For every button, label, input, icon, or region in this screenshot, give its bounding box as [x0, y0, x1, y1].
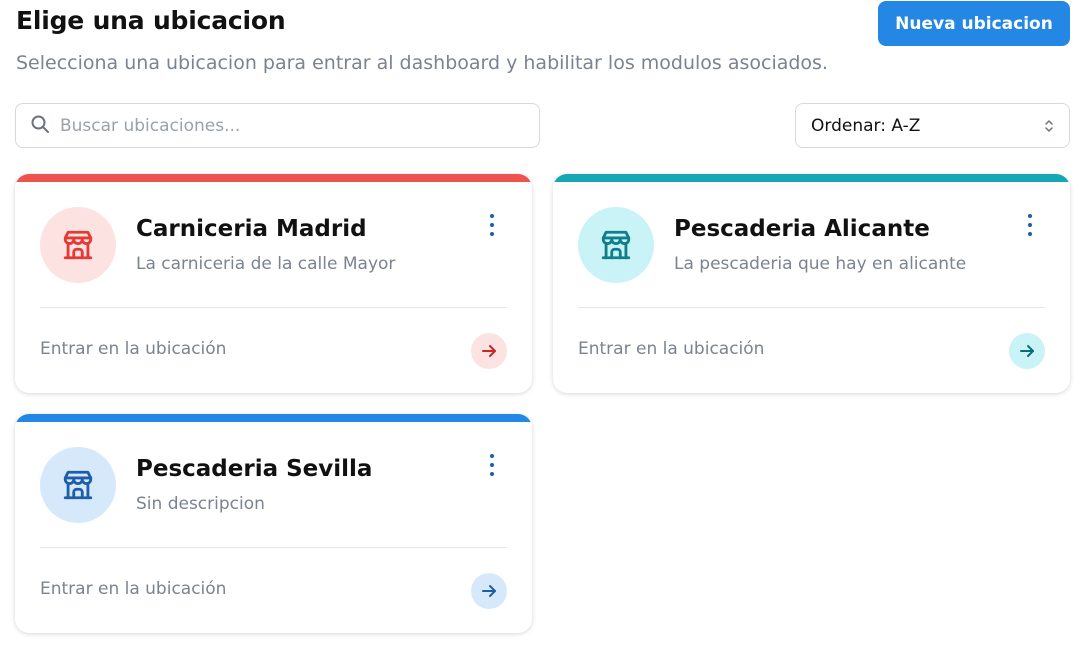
location-card[interactable]: Carniceria Madrid La carniceria de la ca… [15, 174, 532, 393]
location-card[interactable]: Pescaderia Sevilla Sin descripcion Entra… [15, 414, 532, 633]
card-divider [40, 307, 507, 308]
sort-select[interactable]: Ordenar: A-Z [795, 103, 1070, 148]
arrow-right-icon[interactable] [471, 573, 507, 609]
arrow-right-icon[interactable] [1009, 333, 1045, 369]
page-title: Elige una ubicacion [16, 6, 286, 35]
card-title: Pescaderia Alicante [674, 216, 930, 242]
new-location-button[interactable]: Nueva ubicacion [878, 1, 1070, 46]
card-accent-bar [15, 414, 532, 422]
card-accent-bar [15, 174, 532, 182]
card-avatar [40, 207, 116, 283]
store-icon [599, 228, 633, 262]
card-title: Pescaderia Sevilla [136, 456, 373, 482]
enter-location-link[interactable]: Entrar en la ubicación [578, 339, 764, 359]
enter-location-link[interactable]: Entrar en la ubicación [40, 579, 226, 599]
card-divider [578, 307, 1045, 308]
card-description: La carniceria de la calle Mayor [136, 254, 396, 274]
card-description: La pescaderia que hay en alicante [674, 254, 967, 274]
card-title: Carniceria Madrid [136, 216, 367, 242]
card-divider [40, 547, 507, 548]
sort-label: Ordenar: A-Z [811, 115, 921, 136]
search-box[interactable] [15, 103, 540, 148]
arrow-right-icon[interactable] [471, 333, 507, 369]
page-subtitle: Selecciona una ubicacion para entrar al … [16, 52, 828, 74]
card-description: Sin descripcion [136, 494, 265, 514]
card-avatar [578, 207, 654, 283]
more-options-icon[interactable] [1020, 214, 1040, 236]
chevron-up-down-icon [1045, 120, 1053, 132]
store-icon [61, 468, 95, 502]
more-options-icon[interactable] [482, 214, 502, 236]
card-avatar [40, 447, 116, 523]
enter-location-link[interactable]: Entrar en la ubicación [40, 339, 226, 359]
location-card[interactable]: Pescaderia Alicante La pescaderia que ha… [553, 174, 1070, 393]
search-input[interactable] [60, 115, 520, 136]
card-accent-bar [553, 174, 1070, 182]
search-icon [30, 114, 50, 138]
store-icon [61, 228, 95, 262]
more-options-icon[interactable] [482, 454, 502, 476]
